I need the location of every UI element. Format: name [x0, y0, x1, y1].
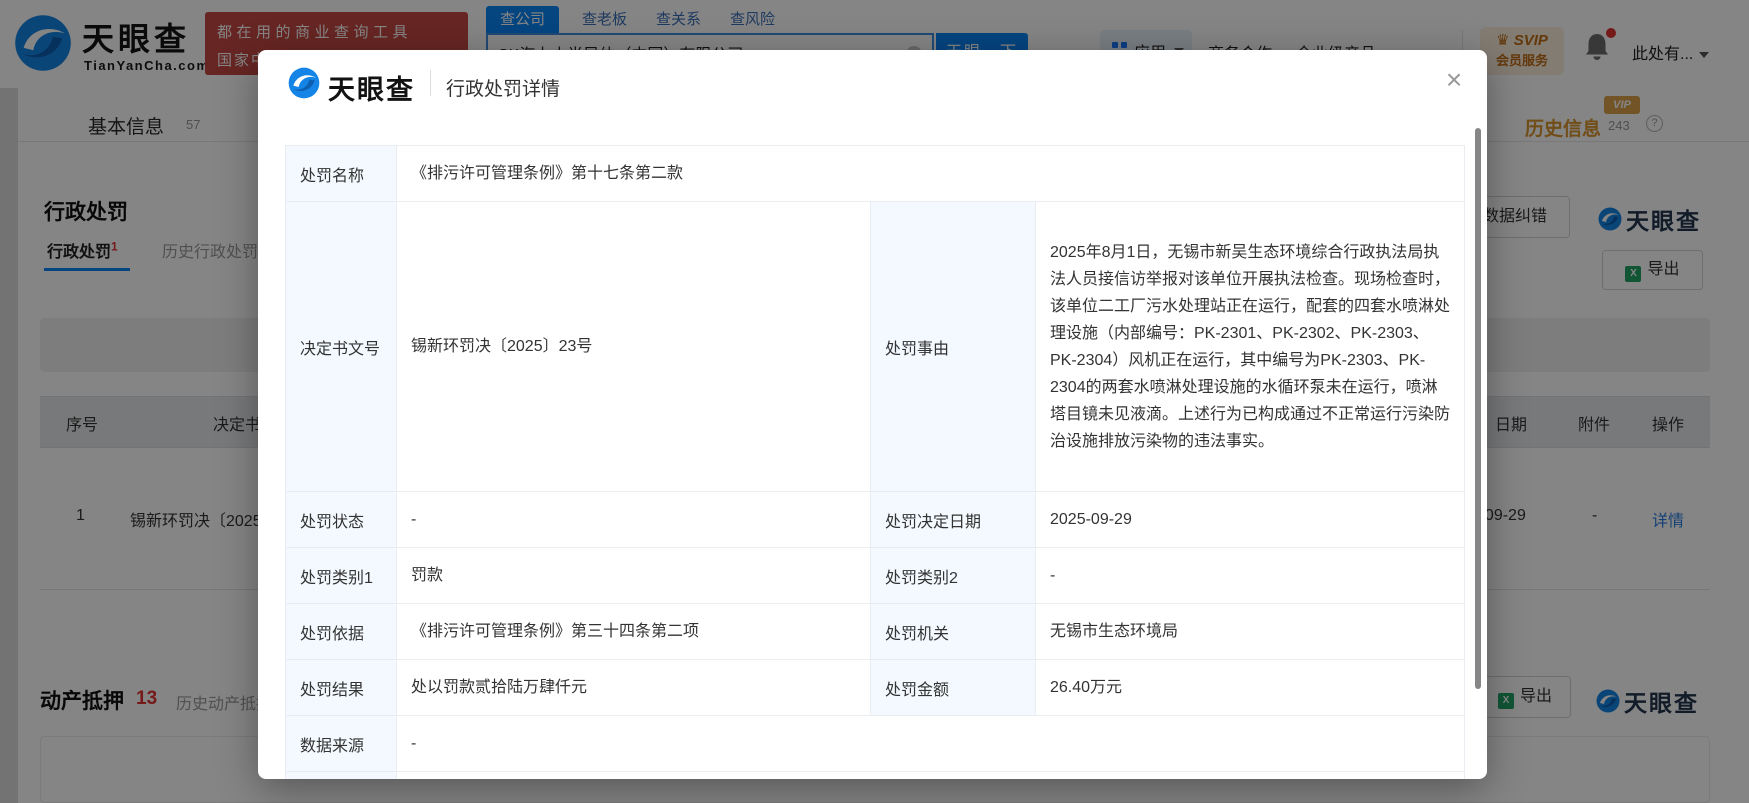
modal-title: 行政处罚详情	[446, 79, 561, 100]
field-label: 处罚决定日期	[870, 491, 1036, 548]
field-value: 《排污许可管理条例》第三十四条第二项	[396, 603, 871, 660]
table-row: 处罚依据 《排污许可管理条例》第三十四条第二项 处罚机关 无锡市生态环境局	[285, 603, 1466, 660]
field-label: 处罚结果	[285, 659, 397, 716]
field-value: 锡新环罚决〔2025〕23号	[396, 201, 871, 492]
penalty-detail-table: 处罚名称 《排污许可管理条例》第十七条第二款 决定书文号 锡新环罚决〔2025〕…	[285, 145, 1466, 779]
field-label: 处罚名称	[285, 145, 397, 202]
field-label: 决定书文号	[285, 201, 397, 492]
field-label: 处罚类别2	[870, 547, 1036, 604]
field-value: 26.40万元	[1034, 659, 1466, 716]
field-value: -	[395, 715, 1466, 772]
field-label: 数据来源	[285, 715, 397, 772]
field-value	[395, 771, 1466, 779]
table-row: 处罚状态 - 处罚决定日期 2025-09-29	[285, 491, 1466, 548]
table-row: 处罚名称 《排污许可管理条例》第十七条第二款	[285, 145, 1466, 202]
field-value: 《排污许可管理条例》第十七条第二款	[395, 145, 1466, 202]
table-row: 决定书文号 锡新环罚决〔2025〕23号 处罚事由 2025年8月1日，无锡市新…	[285, 201, 1466, 492]
field-value: 无锡市生态环境局	[1034, 603, 1466, 660]
field-value: -	[396, 491, 871, 548]
field-value: -	[1034, 547, 1466, 604]
field-value: 罚款	[396, 547, 871, 604]
field-label: 处罚金额	[870, 659, 1036, 716]
field-label: 原文链接	[285, 771, 397, 779]
field-label: 处罚依据	[285, 603, 397, 660]
field-value: 2025-09-29	[1034, 491, 1466, 548]
tianyancha-logo-icon	[288, 67, 320, 99]
table-row: 处罚结果 处以罚款贰拾陆万肆仟元 处罚金额 26.40万元	[285, 659, 1466, 716]
table-row: 处罚类别1 罚款 处罚类别2 -	[285, 547, 1466, 604]
field-label: 处罚机关	[870, 603, 1036, 660]
penalty-detail-modal: 天眼查 行政处罚详情 × 处罚名称 《排污许可管理条例》第十七条第二款 决定书文…	[258, 50, 1487, 779]
table-row: 数据来源 -	[285, 715, 1466, 772]
close-icon[interactable]: ×	[1436, 62, 1472, 98]
tianyancha-page: 天眼查 TianYanCha.com 都在用的商业查询工具 国家中小企业发展基金…	[0, 0, 1749, 803]
modal-scrollbar-thumb[interactable]	[1475, 128, 1481, 689]
table-row: 原文链接	[285, 771, 1466, 779]
field-label: 处罚类别1	[285, 547, 397, 604]
modal-brand: 天眼查	[328, 75, 415, 105]
field-value: 处以罚款贰拾陆万肆仟元	[396, 659, 871, 716]
field-label: 处罚事由	[870, 201, 1036, 492]
field-label: 处罚状态	[285, 491, 397, 548]
modal-title-divider	[430, 70, 431, 96]
field-value: 2025年8月1日，无锡市新吴生态环境综合行政执法局执法人员接信访举报对该单位开…	[1034, 201, 1466, 492]
